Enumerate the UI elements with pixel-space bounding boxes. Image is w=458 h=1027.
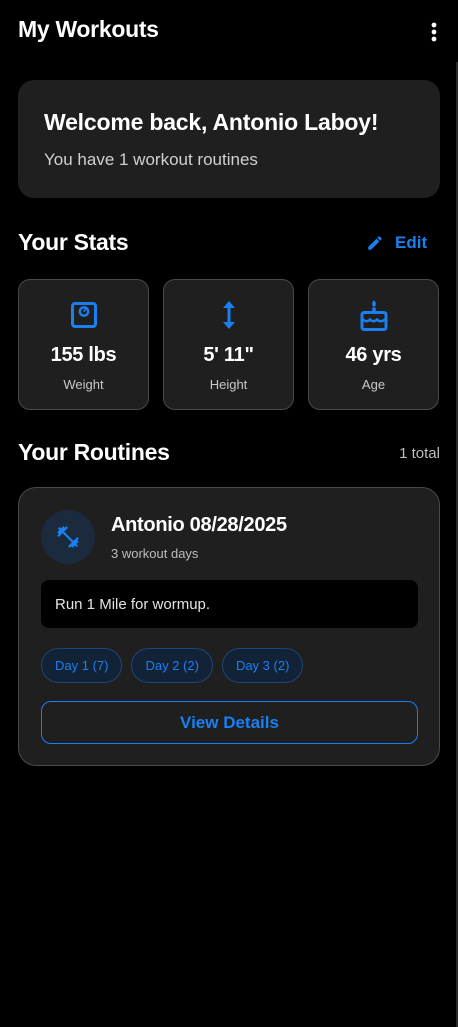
welcome-title: Welcome back, Antonio Laboy! [44, 109, 379, 135]
height-label: Height [209, 377, 248, 392]
more-vertical-icon [431, 22, 437, 42]
stat-card-weight: 155 lbs Weight [18, 279, 149, 410]
weight-label: Weight [63, 377, 104, 392]
routine-days-count: 3 workout days [111, 546, 199, 561]
page-title: My Workouts [18, 16, 159, 42]
routine-avatar [41, 510, 95, 564]
weight-value: 155 lbs [50, 344, 117, 366]
routines-section-title: Your Routines [18, 439, 170, 465]
routine-notes-text: Run 1 Mile for wormup. [55, 595, 211, 613]
day-chips: Day 1 (7) Day 2 (2) Day 3 (2) [41, 648, 312, 683]
routine-name: Antonio 08/28/2025 [111, 514, 287, 536]
app-bar: My Workouts [0, 0, 458, 62]
more-menu-button[interactable] [422, 18, 446, 46]
dumbbell-icon [57, 526, 79, 548]
routines-count: 1 total [399, 445, 440, 462]
height-value: 5' 11" [203, 344, 254, 366]
scale-icon [70, 302, 97, 328]
stat-card-age: 46 yrs Age [308, 279, 439, 410]
day-chip-2[interactable]: Day 2 (2) [131, 648, 213, 683]
day-chip-1[interactable]: Day 1 (7) [41, 648, 123, 683]
stats-section-title: Your Stats [18, 229, 129, 255]
edit-stats-button[interactable]: Edit [362, 228, 430, 258]
height-arrows-icon [222, 301, 235, 329]
welcome-subtitle: You have 1 workout routines [44, 150, 258, 169]
edit-label: Edit [395, 233, 428, 252]
stat-card-height: 5' 11" Height [163, 279, 294, 410]
routine-card[interactable]: Antonio 08/28/2025 3 workout days Run 1 … [18, 487, 440, 766]
day-chip-3[interactable]: Day 3 (2) [221, 648, 304, 683]
welcome-card: Welcome back, Antonio Laboy! You have 1 … [18, 80, 440, 198]
routine-notes: Run 1 Mile for wormup. [41, 580, 418, 628]
pencil-icon [368, 236, 382, 250]
cake-icon [360, 300, 387, 331]
age-value: 46 yrs [345, 344, 402, 366]
view-details-button[interactable]: View Details [41, 701, 418, 744]
age-label: Age [361, 377, 386, 392]
